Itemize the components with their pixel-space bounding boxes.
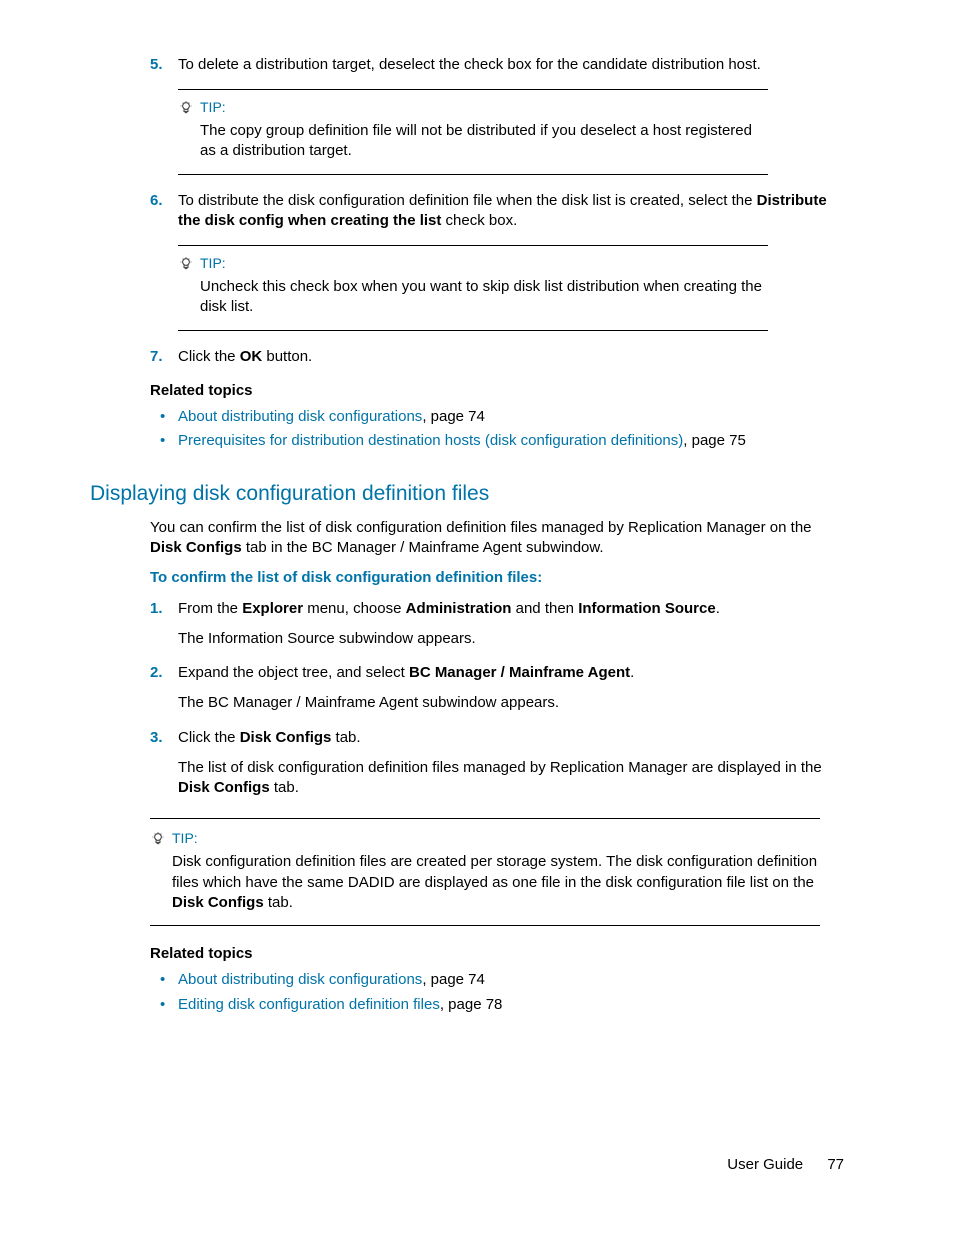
related-link[interactable]: About distributing disk configurations	[178, 971, 422, 988]
related-link[interactable]: Prerequisites for distribution destinati…	[178, 432, 683, 449]
page-content: 5. To delete a distribution target, dese…	[0, 0, 954, 1235]
bullet-icon: •	[160, 431, 178, 451]
bullet-icon: •	[160, 407, 178, 427]
list-number: 3.	[150, 728, 178, 748]
list-subtext: The Information Source subwindow appears…	[178, 629, 844, 649]
footer-title: User Guide	[727, 1156, 803, 1173]
list-item-1: 1. From the Explorer menu, choose Admini…	[150, 599, 844, 619]
list-text: Expand the object tree, and select BC Ma…	[178, 663, 844, 683]
tip-box: TIP: The copy group definition file will…	[178, 89, 768, 174]
tip-box: TIP: Uncheck this check box when you wan…	[178, 245, 768, 330]
related-topics-heading: Related topics	[150, 944, 844, 964]
bullet-icon: •	[160, 995, 178, 1015]
page-footer: User Guide 77	[727, 1155, 844, 1175]
tip-text: The copy group definition file will not …	[200, 121, 768, 162]
section-heading: Displaying disk configuration definition…	[90, 480, 844, 508]
tip-text: Disk configuration definition files are …	[172, 852, 820, 913]
list-number: 5.	[150, 55, 178, 75]
list-text: To distribute the disk configuration def…	[178, 191, 844, 232]
tip-label: TIP:	[200, 98, 226, 117]
tip-header: TIP:	[178, 254, 768, 273]
tip-text: Uncheck this check box when you want to …	[200, 277, 768, 318]
list-number: 1.	[150, 599, 178, 619]
list-item-5: 5. To delete a distribution target, dese…	[150, 55, 844, 75]
tip-box: TIP: Disk configuration definition files…	[150, 818, 820, 926]
intro-paragraph: You can confirm the list of disk configu…	[150, 518, 844, 559]
list-item-6: 6. To distribute the disk configuration …	[150, 191, 844, 232]
list-subtext: The list of disk configuration definitio…	[178, 758, 844, 799]
related-link-item: • Editing disk configuration definition …	[160, 995, 844, 1015]
lightbulb-icon	[178, 256, 194, 272]
list-text: Click the Disk Configs tab.	[178, 728, 844, 748]
related-link[interactable]: About distributing disk configurations	[178, 408, 422, 425]
list-item-7: 7. Click the OK button.	[150, 347, 844, 367]
tip-header: TIP:	[150, 829, 820, 848]
related-link-item: • Prerequisites for distribution destina…	[160, 431, 844, 451]
list-number: 7.	[150, 347, 178, 367]
list-subtext: The BC Manager / Mainframe Agent subwind…	[178, 693, 844, 713]
list-item-3: 3. Click the Disk Configs tab.	[150, 728, 844, 748]
related-link[interactable]: Editing disk configuration definition fi…	[178, 996, 440, 1013]
bullet-icon: •	[160, 970, 178, 990]
lightbulb-icon	[150, 831, 166, 847]
list-text: To delete a distribution target, deselec…	[178, 55, 844, 75]
list-text: Click the OK button.	[178, 347, 844, 367]
list-number: 2.	[150, 663, 178, 683]
lightbulb-icon	[178, 100, 194, 116]
tip-header: TIP:	[178, 98, 768, 117]
tip-label: TIP:	[200, 254, 226, 273]
related-topics-heading: Related topics	[150, 381, 844, 401]
list-item-2: 2. Expand the object tree, and select BC…	[150, 663, 844, 683]
list-text: From the Explorer menu, choose Administr…	[178, 599, 844, 619]
related-link-item: • About distributing disk configurations…	[160, 407, 844, 427]
list-number: 6.	[150, 191, 178, 232]
procedure-heading: To confirm the list of disk configuratio…	[150, 568, 844, 588]
related-link-item: • About distributing disk configurations…	[160, 970, 844, 990]
page-number: 77	[827, 1156, 844, 1173]
tip-label: TIP:	[172, 829, 198, 848]
